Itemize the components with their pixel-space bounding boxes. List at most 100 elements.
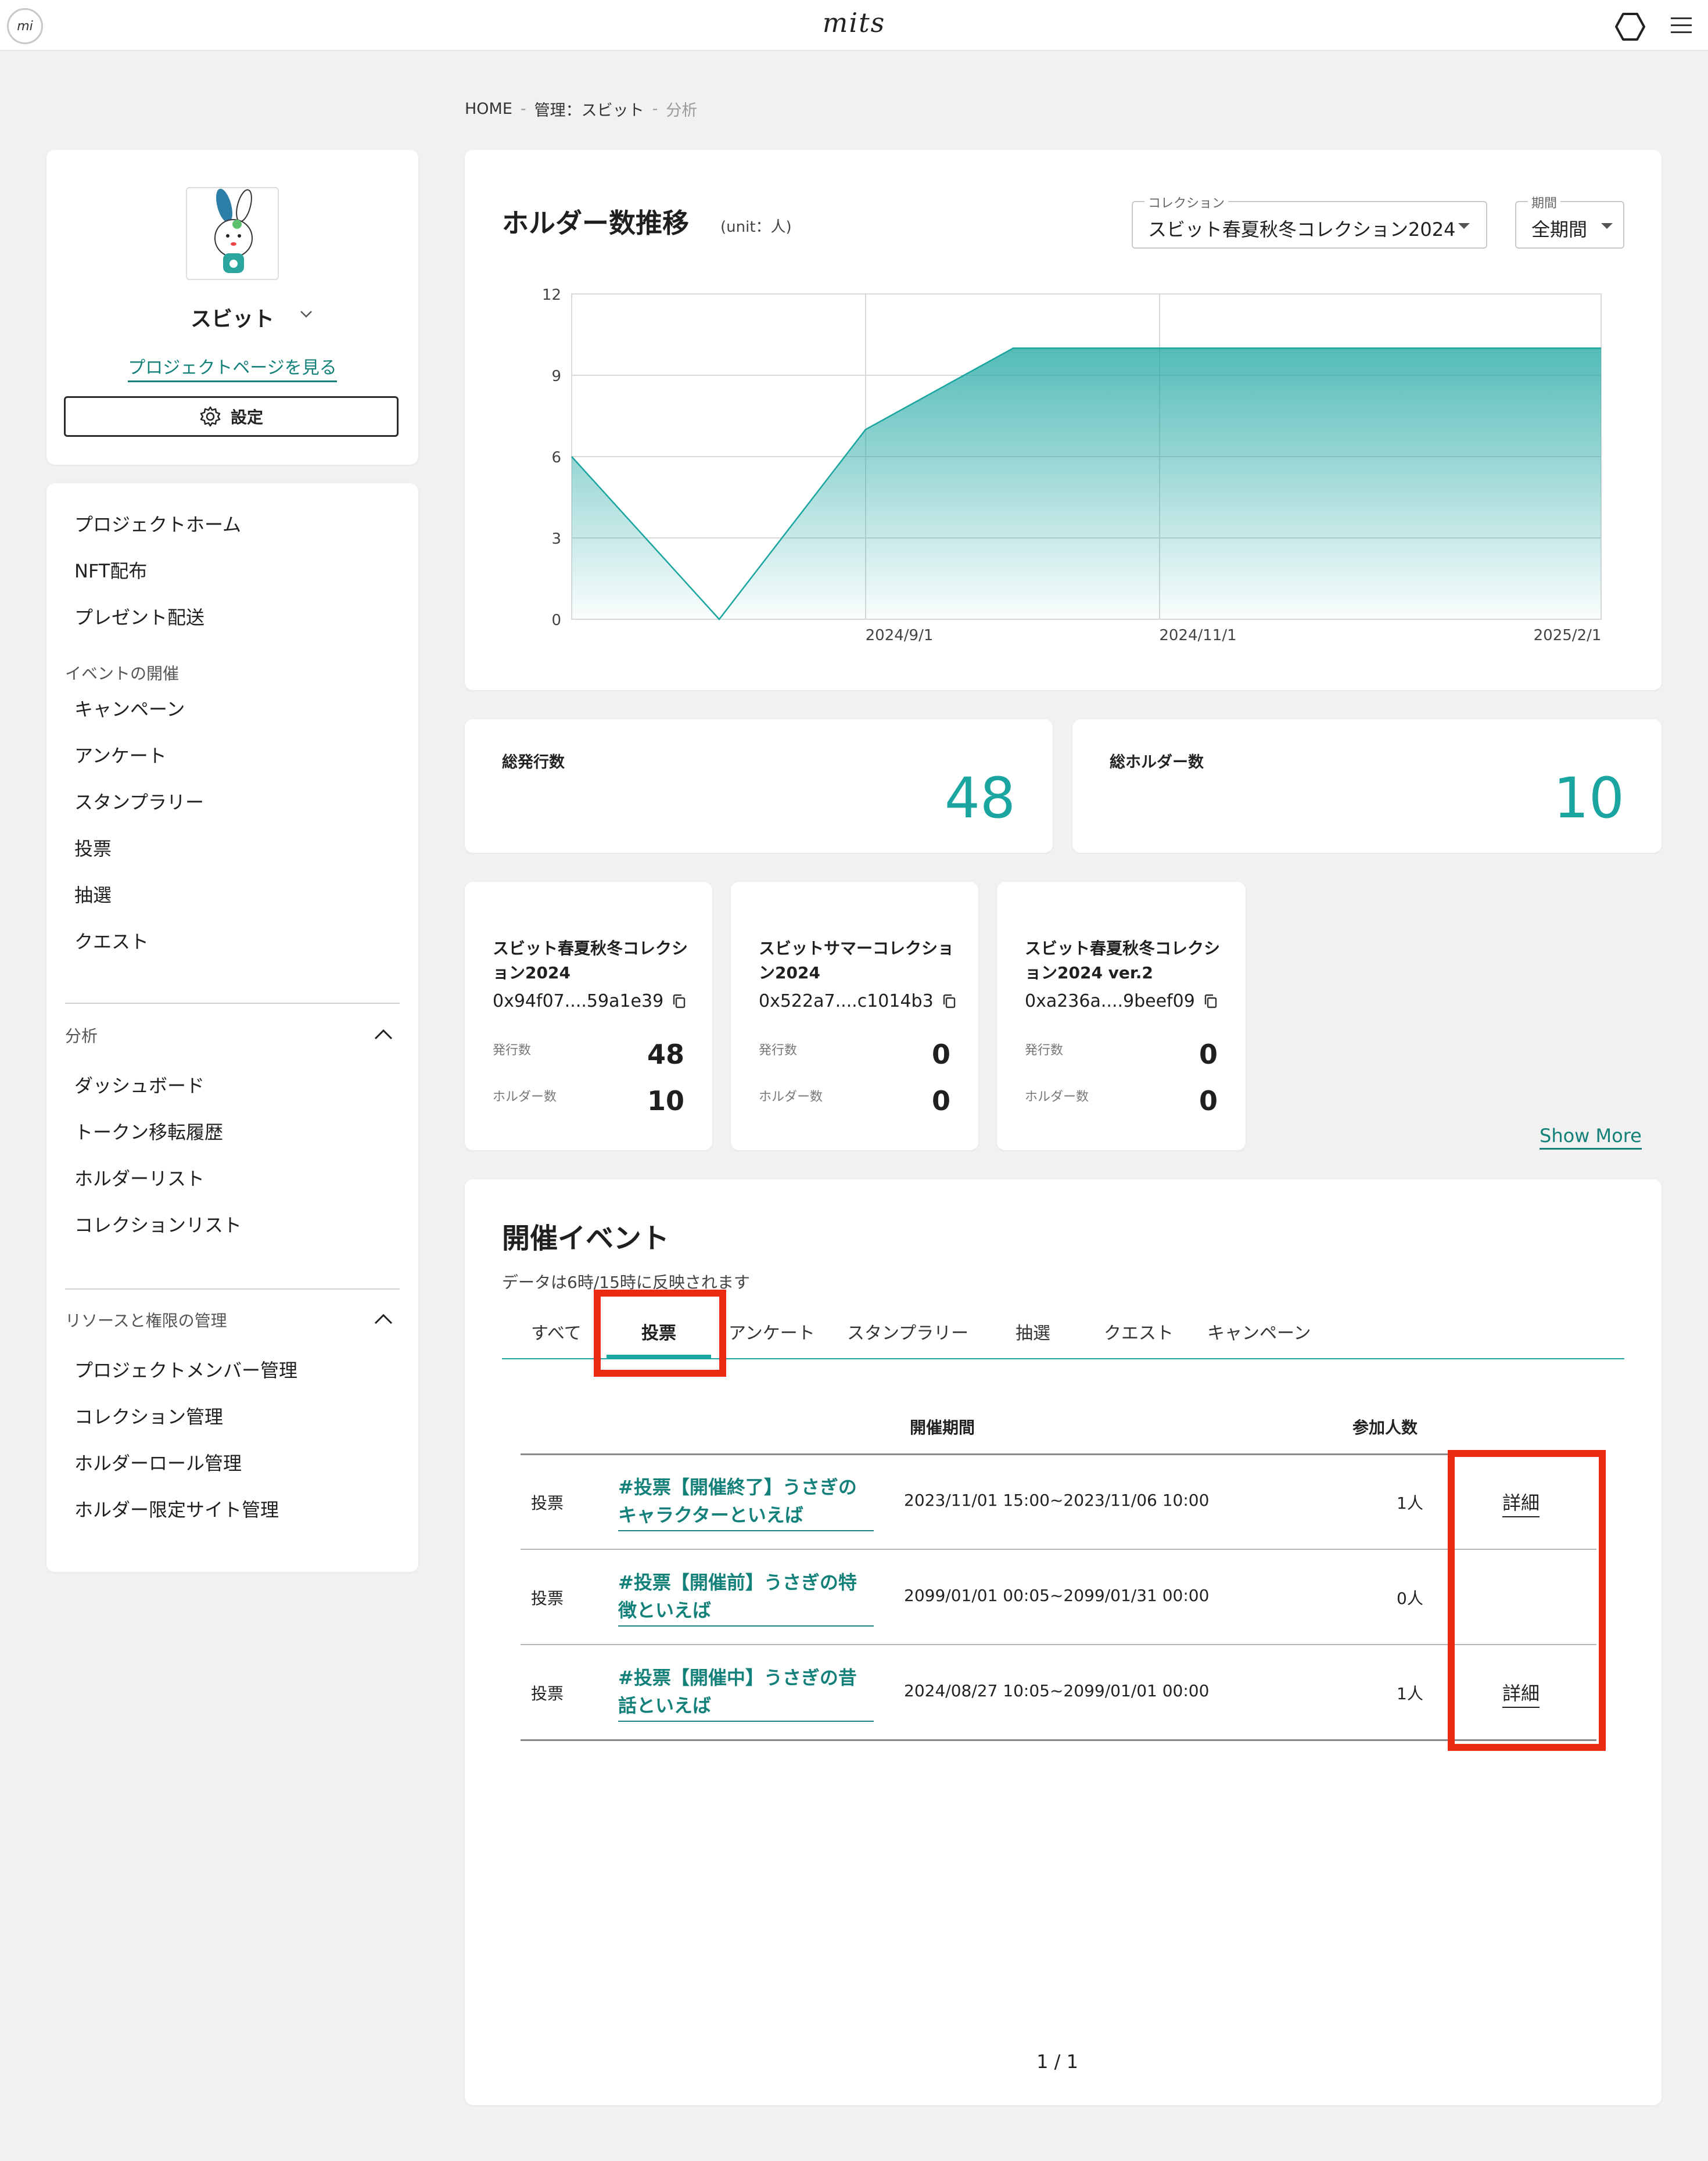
tab-campaign[interactable]: キャンペーン	[1207, 1319, 1311, 1344]
collection-issued-value: 0	[1199, 1039, 1218, 1070]
nav-group-resources[interactable]: リソースと権限の管理	[65, 1308, 227, 1331]
y-tick-label: 6	[551, 449, 561, 466]
y-tick-label: 3	[551, 530, 561, 548]
breadcrumb-parent[interactable]: 管理：スビット	[534, 98, 644, 120]
event-period: 2024/08/27 10:05~2099/01/01 00:00	[904, 1681, 1210, 1700]
event-type: 投票	[531, 1494, 564, 1513]
copy-icon[interactable]	[942, 993, 957, 1010]
collection-holders-value: 0	[1199, 1085, 1218, 1117]
nav-present-delivery[interactable]: プレゼント配送	[74, 603, 204, 630]
project-page-link-text: プロジェクトページを見る	[128, 358, 337, 382]
hexagon-icon[interactable]	[1614, 10, 1646, 43]
event-participants: 1人	[1397, 1684, 1423, 1703]
nav-holder-role-management[interactable]: ホルダーロール管理	[74, 1449, 242, 1476]
pagination[interactable]: 1 / 1	[465, 2051, 1650, 2073]
breadcrumb-separator: -	[520, 100, 526, 118]
event-type: 投票	[531, 1589, 564, 1608]
nav-survey[interactable]: アンケート	[74, 741, 167, 768]
copy-icon[interactable]	[672, 993, 687, 1010]
y-tick-label: 0	[551, 612, 561, 629]
nav-divider	[65, 1288, 400, 1290]
collection-issued-label: 発行数	[759, 1043, 798, 1058]
chevron-up-icon[interactable]	[373, 1027, 394, 1041]
collection-holders-label: ホルダー数	[493, 1090, 557, 1104]
highlight-box-vote-tab	[594, 1290, 726, 1377]
nav-project-member-management[interactable]: プロジェクトメンバー管理	[74, 1356, 297, 1383]
column-header-participants: 参加人数	[1352, 1418, 1418, 1437]
chevron-down-icon[interactable]	[297, 306, 315, 323]
collection-holders-label: ホルダー数	[1025, 1090, 1089, 1104]
table-bottom-divider	[521, 1739, 1596, 1741]
table-row-divider	[521, 1644, 1596, 1645]
collection-holders-value: 10	[647, 1085, 684, 1117]
chevron-up-icon[interactable]	[373, 1312, 394, 1326]
breadcrumb-home[interactable]: HOME	[465, 100, 512, 118]
collection-issued-value: 48	[647, 1039, 684, 1070]
nav-dashboard[interactable]: ダッシュボード	[74, 1071, 204, 1098]
tab-survey[interactable]: アンケート	[729, 1319, 815, 1344]
project-page-link[interactable]: プロジェクトページを見る	[46, 353, 418, 382]
app-logo[interactable]: mi	[7, 8, 43, 44]
collection-address-text: 0x94f07....59a1e39	[493, 991, 664, 1011]
collection-name: スビット春夏秋冬コレクション2024 ver.2	[1025, 939, 1221, 982]
collection-card[interactable]: スビットサマーコレクション2024 0x522a7....c1014b3 発行数…	[731, 882, 978, 1150]
collection-address: 0x94f07....59a1e39	[493, 991, 687, 1011]
project-avatar	[186, 187, 279, 280]
top-bar: mi mits	[0, 0, 1708, 51]
nav-collection-list[interactable]: コレクションリスト	[74, 1211, 242, 1237]
project-name[interactable]: スビット	[46, 302, 418, 332]
settings-button[interactable]: 設定	[64, 396, 399, 437]
tab-quest[interactable]: クエスト	[1104, 1319, 1174, 1344]
event-participants: 0人	[1397, 1589, 1423, 1608]
total-holders-card: 総ホルダー数 10	[1072, 719, 1662, 853]
nav-lottery[interactable]: 抽選	[74, 881, 112, 907]
breadcrumb: HOME - 管理：スビット - 分析	[465, 98, 697, 120]
nav-collection-management[interactable]: コレクション管理	[74, 1402, 223, 1429]
holder-count-area	[572, 348, 1601, 619]
highlight-box-detail-column	[1448, 1450, 1606, 1751]
collection-card[interactable]: スビット春夏秋冬コレクション2024 ver.2 0xa236a....9bee…	[997, 882, 1246, 1150]
holder-trend-chart: 0 3 6 9 12 2024/9/1 2024/11/1 2025/2/1	[542, 286, 1602, 644]
copy-icon[interactable]	[1203, 993, 1218, 1010]
sidebar-navigation: プロジェクトホーム NFT配布 プレゼント配送 イベントの開催 キャンペーン ア…	[46, 483, 418, 1572]
collection-address-text: 0x522a7....c1014b3	[759, 991, 934, 1011]
collection-name: スビット春夏秋冬コレクション2024	[493, 939, 688, 982]
collection-address: 0x522a7....c1014b3	[759, 991, 957, 1011]
nav-holder-site-management[interactable]: ホルダー限定サイト管理	[74, 1495, 279, 1522]
nav-group-events: イベントの開催	[65, 664, 180, 683]
event-name-link[interactable]: #投票【開催中】うさぎの昔話といえば	[618, 1664, 874, 1722]
nav-group-analysis[interactable]: 分析	[65, 1024, 98, 1047]
total-issued-label: 総発行数	[502, 753, 565, 771]
show-more-link[interactable]: Show More	[1540, 1125, 1642, 1150]
tab-lottery[interactable]: 抽選	[1016, 1319, 1050, 1344]
hamburger-menu-icon[interactable]	[1670, 15, 1693, 36]
collection-card[interactable]: スビット春夏秋冬コレクション2024 0x94f07....59a1e39 発行…	[465, 882, 712, 1150]
column-header-period: 開催期間	[910, 1418, 975, 1437]
tab-stamp-rally[interactable]: スタンプラリー	[847, 1319, 968, 1344]
total-holders-value: 10	[1553, 766, 1624, 831]
nav-divider	[65, 1003, 400, 1004]
nav-token-transfer-history[interactable]: トークン移転履歴	[74, 1118, 223, 1144]
nav-stamp-rally[interactable]: スタンプラリー	[74, 788, 204, 814]
collection-issued-label: 発行数	[1025, 1043, 1064, 1058]
nav-campaign[interactable]: キャンペーン	[74, 695, 185, 721]
total-holders-label: 総ホルダー数	[1110, 753, 1204, 771]
nav-quest[interactable]: クエスト	[74, 927, 149, 954]
nav-holder-list[interactable]: ホルダーリスト	[74, 1164, 204, 1191]
nav-nft-distribution[interactable]: NFT配布	[74, 557, 147, 583]
event-name-link[interactable]: #投票【開催前】うさぎの特徴といえば	[618, 1568, 874, 1627]
gear-icon	[200, 406, 221, 427]
rabbit-mascot-image	[214, 188, 253, 273]
breadcrumb-separator: -	[652, 100, 658, 118]
event-participants: 1人	[1397, 1494, 1423, 1513]
total-issued-card: 総発行数 48	[465, 719, 1053, 853]
collection-issued-label: 発行数	[493, 1043, 532, 1058]
logo-text: mi	[17, 19, 33, 34]
brand-logo[interactable]: mits	[813, 7, 895, 42]
nav-project-home[interactable]: プロジェクトホーム	[74, 510, 241, 537]
table-header-divider	[521, 1453, 1596, 1455]
nav-vote[interactable]: 投票	[74, 834, 112, 861]
event-name-link[interactable]: #投票【開催終了】うさぎのキャラクターといえば	[618, 1473, 874, 1531]
tab-all[interactable]: すべて	[531, 1319, 582, 1344]
collection-address: 0xa236a....9beef09	[1025, 991, 1218, 1011]
